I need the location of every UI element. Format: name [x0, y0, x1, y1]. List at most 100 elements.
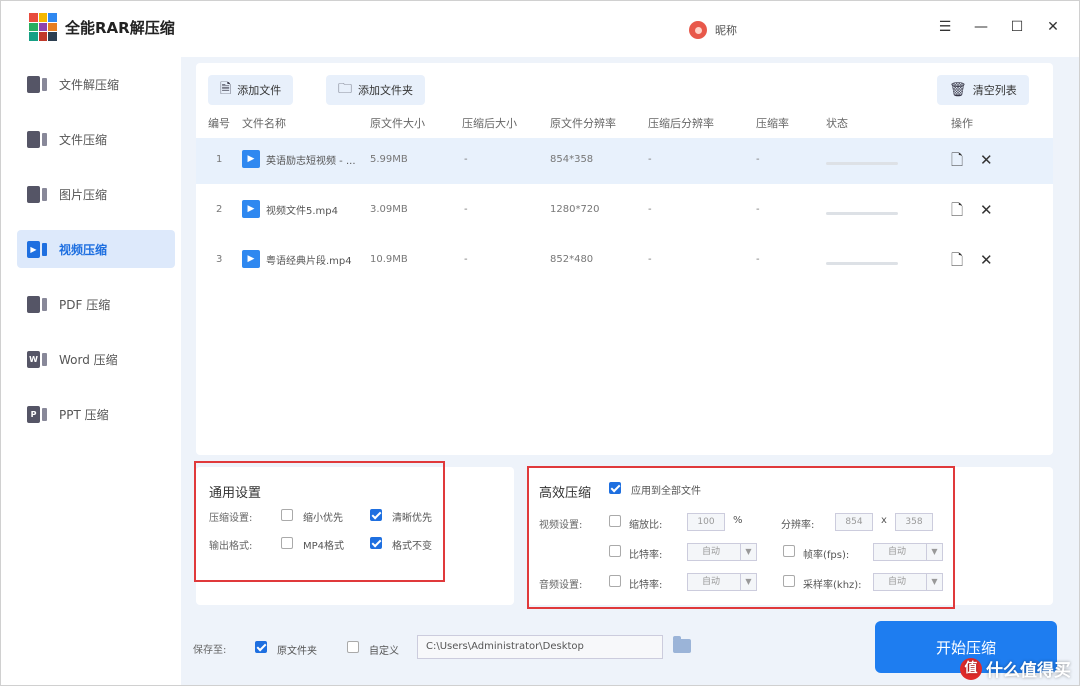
add-file-button[interactable]: 🗎 添加文件 [208, 75, 294, 105]
general-settings-title: 通用设置 [209, 486, 262, 501]
sidebar: 文件解压缩 文件压缩 图片压缩 ▶ 视频压缩 PDF 压缩 W Word 压缩 … [1, 57, 181, 685]
sidebar-item-ppt-compress[interactable]: P PPT 压缩 [17, 395, 175, 433]
open-file-icon[interactable]: 🗋 [951, 152, 963, 168]
image-compress-icon [27, 184, 49, 204]
sample-rate-select[interactable]: 自动 ▼ [873, 573, 943, 591]
delete-row-icon[interactable]: ✕ [980, 202, 993, 218]
orig-folder-label: 原文件夹 [277, 646, 317, 657]
output-format-label: 输出格式: [209, 541, 253, 552]
chevron-down-icon: ▼ [740, 544, 756, 560]
custom-folder-label: 自定义 [369, 646, 399, 657]
bitrate-label: 比特率: [629, 550, 663, 561]
play-icon: ▶ [242, 150, 260, 168]
sidebar-item-extract[interactable]: 文件解压缩 [17, 65, 175, 103]
table-row[interactable]: 1 ▶ 英语励志短视频 - ... 5.99MB - 854*358 - - 🗋 … [196, 138, 1053, 184]
doc-compress-icon [27, 129, 49, 149]
mp4-format-checkbox[interactable] [281, 537, 293, 549]
progress-bar [826, 262, 898, 265]
row-comp-size: - [464, 254, 468, 265]
row-orig-res: 852*480 [550, 254, 594, 265]
col-header-orig-size: 原文件大小 [370, 117, 425, 130]
clear-priority-checkbox[interactable] [370, 509, 382, 521]
audio-bitrate-select[interactable]: 自动 ▼ [687, 573, 757, 591]
open-file-icon[interactable]: 🗋 [951, 202, 963, 218]
sidebar-item-file-compress[interactable]: 文件压缩 [17, 120, 175, 158]
custom-folder-checkbox[interactable] [347, 641, 359, 653]
sidebar-item-label: PPT 压缩 [59, 407, 109, 422]
close-icon[interactable]: ✕ [1045, 19, 1061, 35]
sidebar-item-word-compress[interactable]: W Word 压缩 [17, 340, 175, 378]
row-number: 3 [216, 254, 223, 265]
efficient-settings-title: 高效压缩 [539, 486, 592, 501]
play-icon: ▶ [242, 250, 260, 268]
bitrate-select[interactable]: 自动 ▼ [687, 543, 757, 561]
progress-bar [826, 162, 898, 165]
mp4-format-label: MP4格式 [303, 541, 345, 552]
video-settings-label: 视频设置: [539, 520, 583, 531]
apply-all-checkbox[interactable] [609, 482, 621, 494]
row-orig-size: 3.09MB [370, 204, 408, 215]
orig-folder-checkbox[interactable] [255, 641, 267, 653]
minimize-icon[interactable]: — [973, 19, 989, 35]
title-bar: 全能RAR解压缩 昵称 ☰ — ☐ ✕ [1, 1, 1079, 57]
col-header-comp-size: 压缩后大小 [462, 117, 517, 130]
row-comp-res: - [648, 204, 652, 215]
keep-format-label: 格式不变 [392, 541, 432, 552]
ppt-compress-icon: P [27, 404, 49, 424]
table-row[interactable]: 3 ▶ 粤语经典片段.mp4 10.9MB - 852*480 - - 🗋 ✕ [196, 238, 1053, 284]
small-priority-checkbox[interactable] [281, 509, 293, 521]
progress-bar [826, 212, 898, 215]
maximize-icon[interactable]: ☐ [1009, 19, 1025, 35]
keep-format-checkbox[interactable] [370, 537, 382, 549]
sidebar-item-pdf-compress[interactable]: PDF 压缩 [17, 285, 175, 323]
app-window: 全能RAR解压缩 昵称 ☰ — ☐ ✕ 文件解压缩 文件压缩 图片压缩 ▶ 视频… [0, 0, 1080, 686]
audio-bitrate-checkbox[interactable] [609, 575, 621, 587]
col-header-number: 编号 [208, 117, 230, 130]
app-logo-icon [29, 13, 57, 41]
open-file-icon[interactable]: 🗋 [951, 252, 963, 268]
avatar[interactable] [689, 21, 707, 39]
watermark-text: 什么值得买 [986, 661, 1071, 681]
scale-label: 缩放比: [629, 520, 663, 531]
sidebar-item-label: 视频压缩 [59, 242, 108, 257]
chevron-down-icon: ▼ [926, 574, 942, 590]
resolution-width-input[interactable]: 854 [835, 513, 873, 531]
resolution-height-input[interactable]: 358 [895, 513, 933, 531]
resolution-x-label: x [881, 515, 887, 526]
bottom-bar: 保存至: 原文件夹 自定义 C:\Users\Administrator\Des… [181, 615, 1079, 685]
sidebar-item-image-compress[interactable]: 图片压缩 [17, 175, 175, 213]
menu-icon[interactable]: ☰ [937, 19, 953, 35]
delete-row-icon[interactable]: ✕ [980, 252, 993, 268]
percent-label: % [733, 515, 743, 526]
window-controls: ☰ — ☐ ✕ [937, 19, 1061, 35]
compress-setting-label: 压缩设置: [209, 513, 253, 524]
bitrate-checkbox[interactable] [609, 545, 621, 557]
clear-list-button[interactable]: 🗑 清空列表 [937, 75, 1029, 105]
audio-bitrate-label: 比特率: [629, 580, 663, 591]
sample-rate-label: 采样率(khz): [803, 580, 862, 591]
col-header-name: 文件名称 [242, 117, 286, 130]
sample-rate-checkbox[interactable] [783, 575, 795, 587]
folder-icon[interactable] [673, 636, 691, 653]
row-file-name: ▶ 粤语经典片段.mp4 [242, 250, 352, 268]
audio-settings-label: 音频设置: [539, 580, 583, 591]
save-path-input[interactable]: C:\Users\Administrator\Desktop [417, 635, 663, 659]
fps-checkbox[interactable] [783, 545, 795, 557]
sidebar-item-video-compress[interactable]: ▶ 视频压缩 [17, 230, 175, 268]
sidebar-item-label: PDF 压缩 [59, 297, 111, 312]
col-header-orig-res: 原文件分辨率 [550, 117, 616, 130]
add-folder-button[interactable]: 🗀 添加文件夹 [326, 75, 425, 105]
user-profile[interactable]: 昵称 [689, 21, 737, 39]
row-number: 1 [216, 154, 223, 165]
row-orig-res: 854*358 [550, 154, 594, 165]
delete-row-icon[interactable]: ✕ [980, 152, 993, 168]
trash-icon: 🗑 [949, 82, 967, 98]
table-row[interactable]: 2 ▶ 视频文件5.mp4 3.09MB - 1280*720 - - 🗋 ✕ [196, 188, 1053, 234]
user-name[interactable]: 昵称 [715, 22, 737, 38]
apply-all-label: 应用到全部文件 [631, 486, 701, 497]
scale-checkbox[interactable] [609, 515, 621, 527]
col-header-status: 状态 [826, 117, 848, 130]
scale-input[interactable]: 100 [687, 513, 725, 531]
add-file-icon: 🗎 [220, 81, 232, 97]
fps-select[interactable]: 自动 ▼ [873, 543, 943, 561]
